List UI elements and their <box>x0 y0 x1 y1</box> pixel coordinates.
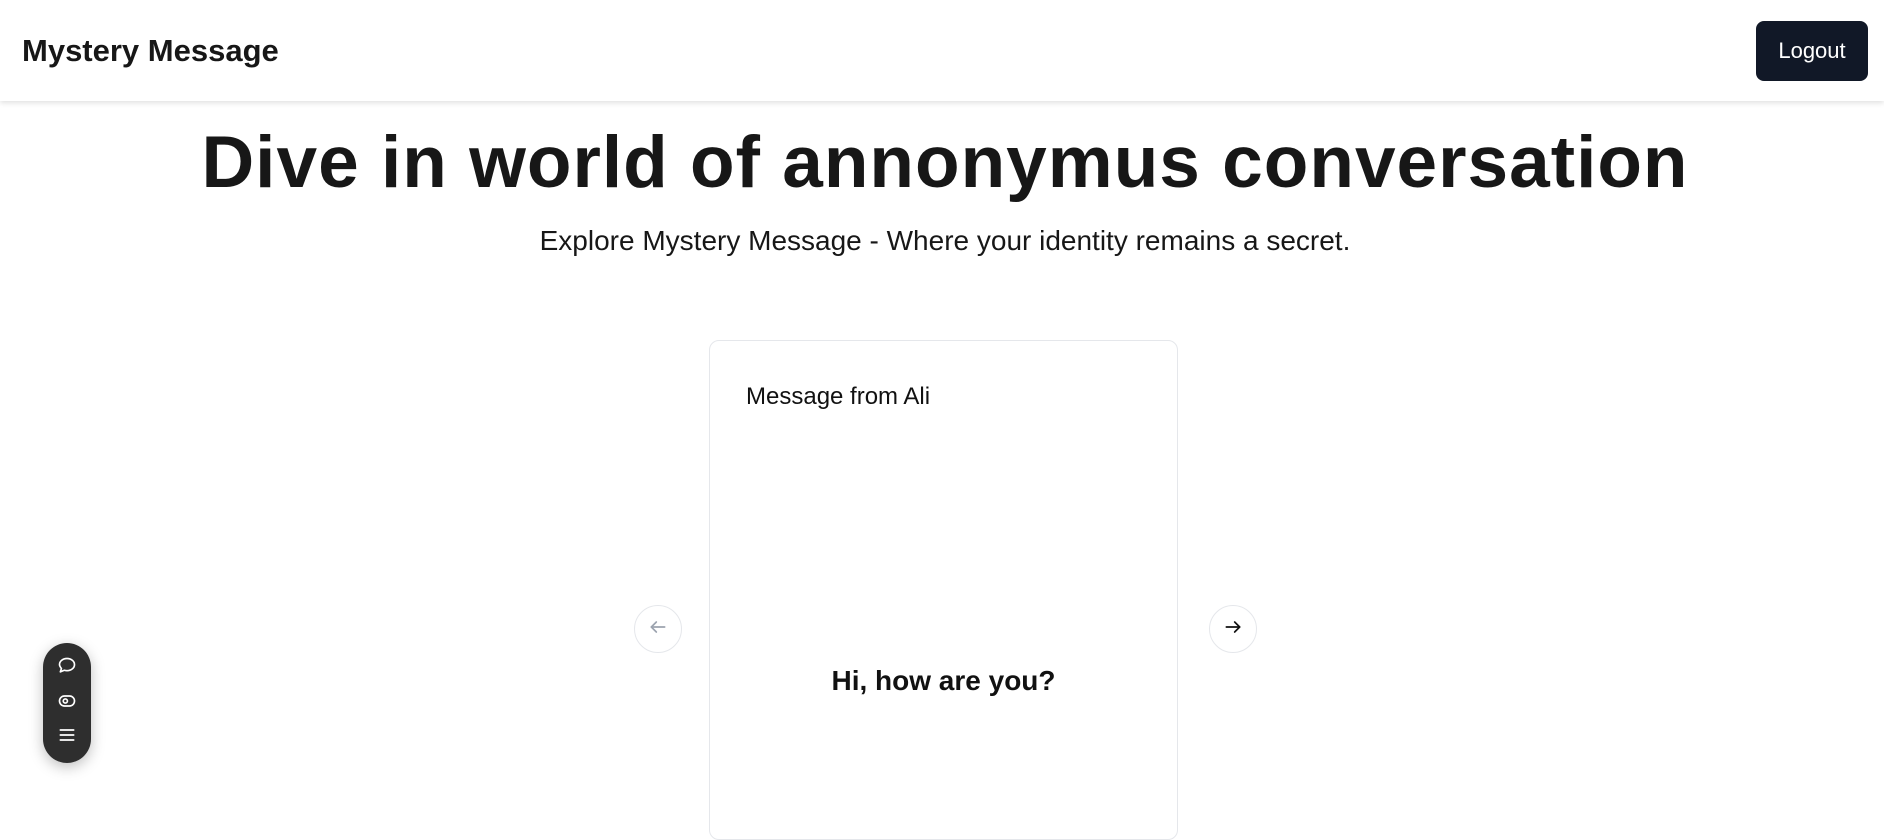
logout-button[interactable]: Logout <box>1756 20 1868 81</box>
message-card-title: Message from Ali <box>746 383 931 410</box>
arrow-left-icon <box>648 617 668 642</box>
menu-icon <box>57 725 77 750</box>
arrow-right-icon <box>1223 617 1243 642</box>
hero-title: Dive in world of annonymus conversation <box>201 122 1689 203</box>
brand-logo[interactable]: Mystery Message <box>22 33 279 69</box>
menu-toolbar-button[interactable] <box>52 723 82 753</box>
message-card-body: Hi, how are you? <box>831 665 1056 696</box>
chat-bubble-icon <box>57 656 77 681</box>
view-toolbar-button[interactable] <box>52 688 82 718</box>
chat-toolbar-button[interactable] <box>52 654 82 684</box>
navbar: Mystery Message Logout <box>0 0 1884 101</box>
floating-toolbar <box>43 643 91 763</box>
hero-subtitle: Explore Mystery Message - Where your ide… <box>539 225 1351 256</box>
eye-icon <box>57 691 77 716</box>
carousel-next-button[interactable] <box>1209 605 1257 653</box>
message-card: Message from Ali Hi, how are you? <box>709 340 1178 840</box>
carousel-prev-button[interactable] <box>634 605 682 653</box>
